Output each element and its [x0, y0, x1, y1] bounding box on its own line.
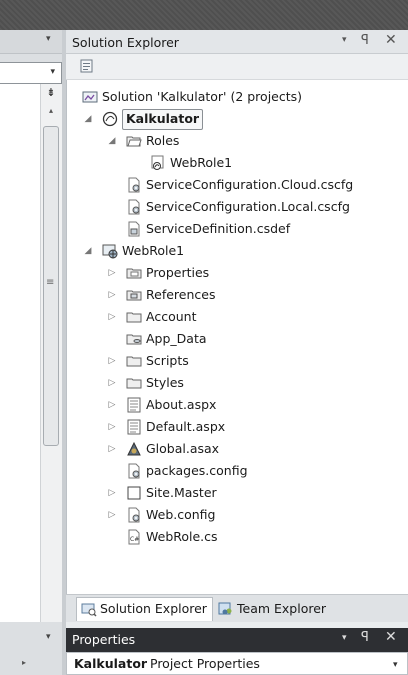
editor-header	[0, 30, 62, 54]
tree-item-label: App_Data	[146, 331, 207, 346]
editor-window-dropdown-icon[interactable]: ▾	[46, 34, 51, 44]
team-explorer-icon[interactable]	[218, 601, 234, 617]
tree-item-label: WebRole1	[170, 155, 233, 170]
aspx-file-icon	[126, 419, 142, 435]
tree-item-label: ServiceConfiguration.Cloud.cscfg	[146, 177, 354, 192]
tree-item-label: Styles	[146, 375, 184, 390]
expand-arrow-icon[interactable]: ▷	[106, 416, 118, 438]
expand-arrow-icon[interactable]: ▷	[106, 262, 118, 284]
chevron-down-icon: ▾	[50, 67, 55, 77]
tab-label: Solution Explorer	[100, 601, 207, 616]
grip-icon: ≡	[46, 277, 55, 288]
title-strip	[0, 0, 408, 30]
solution-icon	[82, 89, 98, 105]
expand-arrow-icon[interactable]: ▷	[106, 306, 118, 328]
references-folder-icon	[126, 287, 142, 303]
aspx-file-icon	[126, 397, 142, 413]
config-file-icon	[126, 177, 142, 193]
expand-arrow-icon[interactable]: ▷	[106, 350, 118, 372]
expand-arrow-icon[interactable]: ▷	[106, 372, 118, 394]
master-file-icon	[126, 485, 142, 501]
scroll-right-icon[interactable]: ▸	[22, 658, 26, 667]
config-file-icon	[126, 463, 142, 479]
close-icon[interactable]: ✕	[385, 629, 397, 645]
properties-object-name: Kalkulator	[74, 656, 148, 671]
tree-item-label: Roles	[146, 133, 180, 148]
expand-arrow-icon[interactable]: ▷	[106, 482, 118, 504]
window-position-dropdown-icon[interactable]: ▾	[342, 633, 347, 643]
folder-open-icon	[126, 133, 142, 149]
pin-icon[interactable]: ꟼ	[361, 630, 369, 645]
properties-object-type: Project Properties	[150, 656, 260, 671]
expand-arrow-icon[interactable]: ▷	[106, 394, 118, 416]
collapse-arrow-icon[interactable]: ◢	[82, 108, 94, 130]
expand-arrow-icon[interactable]: ▷	[106, 438, 118, 460]
tree-item-label: Kalkulator	[122, 109, 204, 130]
cs-file-icon: C#	[126, 529, 142, 545]
solution-explorer-title: Solution Explorer	[72, 35, 179, 50]
tree-item-label: Site.Master	[146, 485, 217, 500]
tree-item-label: Web.config	[146, 507, 216, 522]
tree-item-label: Global.asax	[146, 441, 220, 456]
collapse-arrow-icon[interactable]: ◢	[82, 240, 94, 262]
tree-item-label: Default.aspx	[146, 419, 226, 434]
editor-members-dropdown[interactable]: ▾	[0, 62, 62, 84]
properties-title: Properties	[72, 632, 136, 647]
folder-icon	[126, 309, 142, 325]
expand-arrow-icon[interactable]: ▷	[106, 504, 118, 526]
solution-explorer-toolbar	[66, 54, 408, 80]
web-project-icon	[102, 243, 118, 259]
editor-window-dropdown-icon[interactable]: ▾	[46, 632, 51, 642]
cloud-project-icon	[102, 111, 118, 127]
window-position-dropdown-icon[interactable]: ▾	[342, 35, 347, 45]
config-file-icon	[126, 507, 142, 523]
svg-text:C#: C#	[130, 536, 139, 543]
tree-item-label: ServiceConfiguration.Local.cscfg	[146, 199, 350, 214]
solution-explorer-icon	[81, 601, 97, 617]
config-file-icon	[126, 199, 142, 215]
folder-icon	[126, 375, 142, 391]
tree-item-label: About.aspx	[146, 397, 217, 412]
pin-icon[interactable]: ꟼ	[361, 33, 369, 48]
tree-item-label: References	[146, 287, 216, 302]
tree-item-label: ServiceDefinition.csdef	[146, 221, 291, 236]
tree-item-label: WebRole1	[122, 243, 185, 258]
collapse-arrow-icon[interactable]: ◢	[106, 130, 118, 152]
tree-item-label: Account	[146, 309, 197, 324]
folder-icon	[126, 353, 142, 369]
tree-item-label: WebRole.cs	[146, 529, 218, 544]
app-data-folder-icon	[126, 331, 142, 347]
properties-folder-icon	[126, 265, 142, 281]
split-view-icon[interactable]: ⇟	[44, 86, 58, 100]
definition-file-icon	[126, 221, 142, 237]
chevron-down-icon[interactable]: ▾	[393, 660, 398, 670]
expand-arrow-icon[interactable]: ▷	[106, 284, 118, 306]
tree-item-label: Properties	[146, 265, 210, 280]
properties-icon[interactable]	[79, 58, 95, 74]
tab-team-explorer[interactable]: Team Explorer	[237, 601, 326, 616]
close-icon[interactable]: ✕	[385, 32, 397, 48]
webrole-icon	[150, 155, 166, 171]
tree-item-label: packages.config	[146, 463, 248, 478]
tree-item-label: Scripts	[146, 353, 189, 368]
asax-file-icon	[126, 441, 142, 457]
tree-item-label: Solution 'Kalkulator' (2 projects)	[102, 89, 303, 104]
scroll-up-icon[interactable]: ▴	[44, 106, 58, 118]
